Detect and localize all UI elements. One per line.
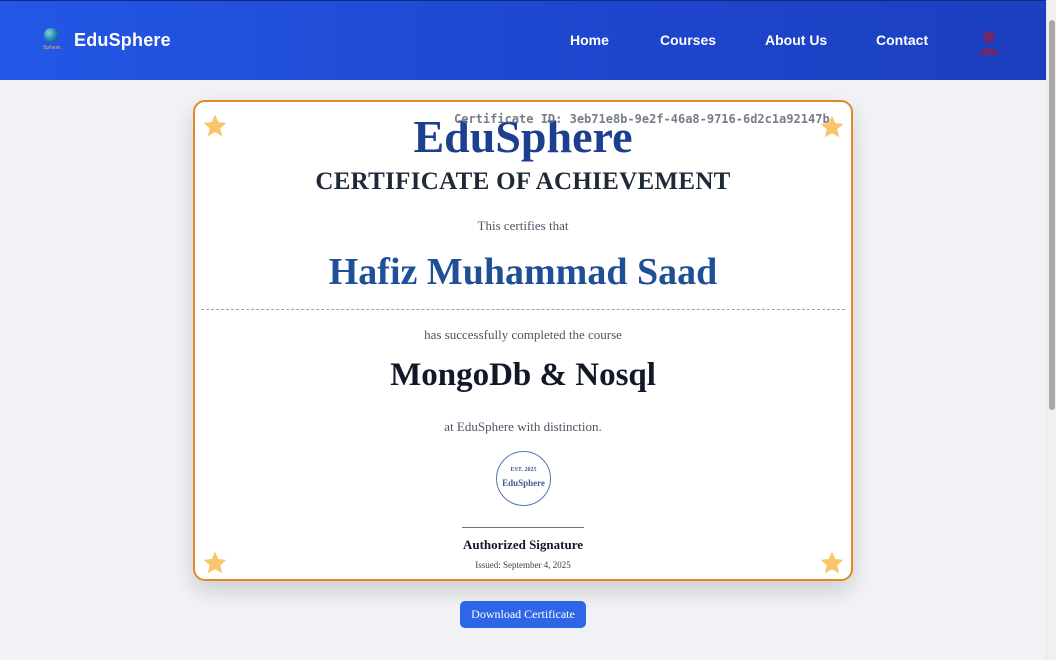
nav-home-link[interactable]: Home — [570, 32, 609, 48]
seal-est-text: EST. 2025 — [510, 467, 537, 473]
certificate-card: EduSphere Certificate ID: 3eb71e8b-9e2f-… — [193, 100, 853, 581]
certificate-heading: CERTIFICATE OF ACHIEVEMENT — [315, 168, 731, 195]
download-certificate-button[interactable]: Download Certificate — [460, 601, 586, 628]
nav-contact-link[interactable]: Contact — [876, 32, 928, 48]
signature-label: Authorized Signature — [462, 537, 583, 552]
nav-about-link[interactable]: About Us — [765, 32, 827, 48]
certifies-text: This certifies that — [477, 218, 569, 233]
scrollbar-thumb[interactable] — [1049, 20, 1055, 410]
nav-links: Home Courses About Us Contact — [0, 32, 1046, 52]
seal-badge: EST. 2025 EduSphere — [496, 451, 551, 506]
page-scrollbar[interactable] — [1046, 0, 1056, 660]
recipient-name: Hafiz Muhammad Saad — [328, 251, 718, 293]
seal-name-text: EduSphere — [502, 478, 545, 488]
nav-courses-link[interactable]: Courses — [660, 32, 716, 48]
issued-date: Issued: September 4, 2025 — [475, 560, 571, 570]
navbar: Sphere EduSphere Home Courses About Us C… — [0, 0, 1046, 80]
completed-text: has successfully completed the course — [424, 327, 622, 342]
certificate-id: Certificate ID: 3eb71e8b-9e2f-46a8-9716-… — [454, 112, 830, 126]
divider — [201, 309, 845, 310]
user-avatar-icon[interactable] — [978, 29, 1000, 55]
signature-line — [462, 527, 584, 528]
distinction-text: at EduSphere with distinction. — [444, 419, 602, 434]
course-name: MongoDb & Nosql — [390, 357, 656, 393]
